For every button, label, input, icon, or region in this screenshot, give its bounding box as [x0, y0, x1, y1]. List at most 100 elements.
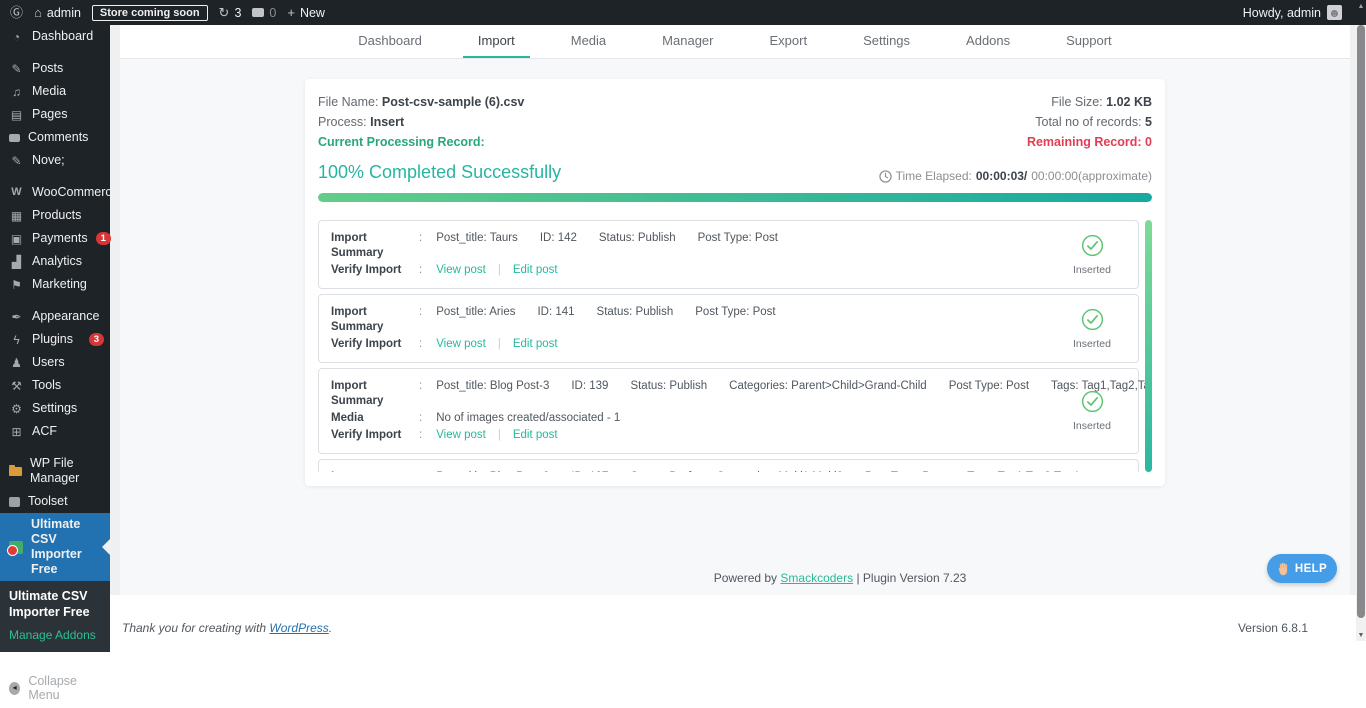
summary-field: ID: 139 [571, 380, 608, 392]
sidebar-item-media[interactable]: ♫Media [0, 80, 110, 103]
clock-icon [879, 170, 892, 183]
colon-separator: : [419, 231, 422, 247]
sidebar-item-manage-addons[interactable]: Manage Addons [9, 628, 101, 642]
site-name-menu[interactable]: ⌂ admin [34, 6, 81, 20]
sidebar-item-acf[interactable]: ⊞ACF [0, 420, 110, 443]
import-record: Import Summary:Post_title: AriesID: 141S… [318, 294, 1139, 363]
wordpress-logo-icon[interactable]: Ⓖ [10, 6, 23, 19]
total-records-label: Total no of records: [1035, 115, 1141, 129]
tab-addons[interactable]: Addons [951, 25, 1025, 58]
sidebar-item-woocommerce[interactable]: WWooCommerce [0, 181, 110, 204]
browser-scrollbar[interactable]: ▲ ▼ [1356, 0, 1366, 641]
pin-icon: ✎ [9, 155, 24, 167]
file-name-value: Post-csv-sample (6).csv [382, 95, 524, 109]
time-estimate-value: 00:00:00(approximate) [1031, 169, 1152, 183]
sidebar-item-dashboard[interactable]: ◔Dashboard [0, 25, 110, 48]
comments-count: 0 [269, 6, 276, 20]
inserted-check-icon [1081, 390, 1104, 413]
plugins-icon: ϟ [9, 334, 24, 346]
comments-menu[interactable]: 0 [252, 6, 276, 20]
wordpress-link[interactable]: WordPress [269, 621, 328, 635]
csv-importer-submenu: Ultimate CSV Importer Free Manage Addons [0, 581, 110, 652]
summary-field: Tags: Tag1,Tag2,Tag4 [967, 471, 1079, 473]
scrollbar-up-arrow[interactable]: ▲ [1356, 0, 1366, 25]
edit-post-link[interactable]: Edit post [513, 264, 558, 276]
time-elapsed-value: 00:00:03/ [976, 169, 1027, 183]
new-content-menu[interactable]: + New [287, 6, 325, 20]
process-label: Process: [318, 115, 367, 129]
tab-manager[interactable]: Manager [647, 25, 728, 58]
submenu-title: Ultimate CSV Importer Free [9, 589, 101, 620]
sidebar-item-label: Posts [32, 61, 104, 76]
sidebar-item-label: Users [32, 355, 104, 370]
collapse-menu-button[interactable]: ◂ Collapse Menu [0, 668, 110, 708]
site-name-label: admin [47, 6, 81, 20]
file-info-right: File Size: 1.02 KB Total no of records: … [1027, 92, 1152, 152]
plus-icon: + [287, 6, 295, 19]
help-button[interactable]: HELP [1267, 554, 1337, 583]
tab-media[interactable]: Media [556, 25, 621, 58]
sidebar-item-plugins[interactable]: ϟPlugins3 [0, 328, 110, 351]
edit-post-link[interactable]: Edit post [513, 338, 558, 350]
record-row-label: Verify Import [331, 263, 419, 279]
marketing-icon: ⚑ [9, 279, 24, 291]
sidebar-item-tools[interactable]: ⚒Tools [0, 374, 110, 397]
admin-content-area: Dashboard Import Media Manager Export Setting… [110, 25, 1356, 615]
verify-import-row: Verify Import:View post|Edit post [331, 337, 1052, 353]
sidebar-item-wp-file-manager[interactable]: WP File Manager [0, 452, 110, 490]
record-row-label: Import Summary [331, 231, 419, 262]
view-post-link[interactable]: View post [436, 264, 486, 276]
sidebar-item-products[interactable]: ▦Products [0, 204, 110, 227]
summary-field: Post_title: Blog Post-3 [436, 380, 549, 392]
scrollbar-thumb[interactable] [1357, 25, 1365, 618]
tab-import[interactable]: Import [463, 25, 530, 58]
sidebar-item-label: Comments [28, 130, 104, 145]
analytics-icon: ▟ [9, 256, 24, 268]
sidebar-item-pages[interactable]: ▤Pages [0, 103, 110, 126]
process-value: Insert [370, 115, 404, 129]
sidebar-item-settings[interactable]: ⚙Settings [0, 397, 110, 420]
import-status-card: File Name: Post-csv-sample (6).csv Proce… [305, 79, 1165, 486]
list-scrollbar[interactable] [1145, 220, 1152, 472]
pin-icon: ✎ [9, 63, 24, 75]
tab-support[interactable]: Support [1051, 25, 1127, 58]
sidebar-item-users[interactable]: ♟ Users [0, 351, 110, 374]
sidebar-item-posts[interactable]: ✎ Posts [0, 57, 110, 80]
my-account-menu[interactable]: Howdy, admin ☻ [1243, 5, 1342, 20]
sidebar-item-label: Nove; [32, 153, 104, 168]
products-icon: ▦ [9, 210, 24, 222]
comments-icon [9, 134, 20, 142]
sidebar-item-appearance[interactable]: ✒Appearance [0, 305, 110, 328]
sidebar-item-nove[interactable]: ✎ Nove; [0, 149, 110, 172]
remaining-record-label: Remaining Record: [1027, 135, 1142, 149]
appearance-icon: ✒ [9, 311, 24, 323]
tab-export[interactable]: Export [754, 25, 822, 58]
smackcoders-link[interactable]: Smackcoders [780, 571, 853, 585]
tab-settings[interactable]: Settings [848, 25, 925, 58]
sidebar-item-marketing[interactable]: ⚑Marketing [0, 273, 110, 296]
sidebar-item-label: ACF [32, 424, 104, 439]
scrollbar-down-arrow[interactable]: ▼ [1356, 632, 1366, 639]
remaining-record-value: 0 [1145, 135, 1152, 149]
users-icon: ♟ [9, 357, 24, 369]
sidebar-item-analytics[interactable]: ▟Analytics [0, 250, 110, 273]
sidebar-item-toolset[interactable]: Toolset [0, 490, 110, 513]
view-post-link[interactable]: View post [436, 429, 486, 441]
total-records-line: Total no of records: 5 [1027, 112, 1152, 132]
plugin-footer: Powered by Smackcoders | Plugin Version … [120, 571, 1350, 585]
view-post-link[interactable]: View post [436, 338, 486, 350]
hand-icon [1277, 562, 1290, 576]
tab-dashboard[interactable]: Dashboard [343, 25, 437, 58]
sidebar-item-comments[interactable]: Comments [0, 126, 110, 149]
store-coming-soon-badge[interactable]: Store coming soon [92, 5, 208, 21]
progress-header: 100% Completed Successfully Time Elapsed… [318, 162, 1152, 183]
sidebar-item-payments[interactable]: ▣Payments1 [0, 227, 110, 250]
scrollbar-track[interactable]: ▼ [1356, 25, 1366, 641]
import-record-list: Import Summary:Post_title: TaursID: 142S… [318, 220, 1152, 472]
updates-menu[interactable]: ↻ 3 [219, 6, 242, 20]
edit-post-link[interactable]: Edit post [513, 429, 558, 441]
folder-icon [9, 467, 22, 476]
new-label: New [300, 6, 325, 20]
sidebar-item-ultimate-csv-importer-free[interactable]: Ultimate CSV Importer Free [0, 513, 110, 581]
process-line: Process: Insert [318, 112, 524, 132]
